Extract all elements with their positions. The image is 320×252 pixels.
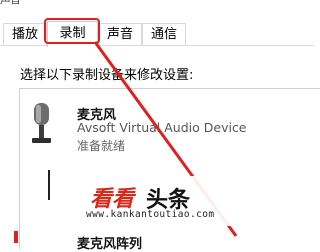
watermark: 看看 头条 www.kankantoutiao.com [78, 176, 248, 226]
watermark-url: www.kankantoutiao.com [86, 209, 215, 220]
